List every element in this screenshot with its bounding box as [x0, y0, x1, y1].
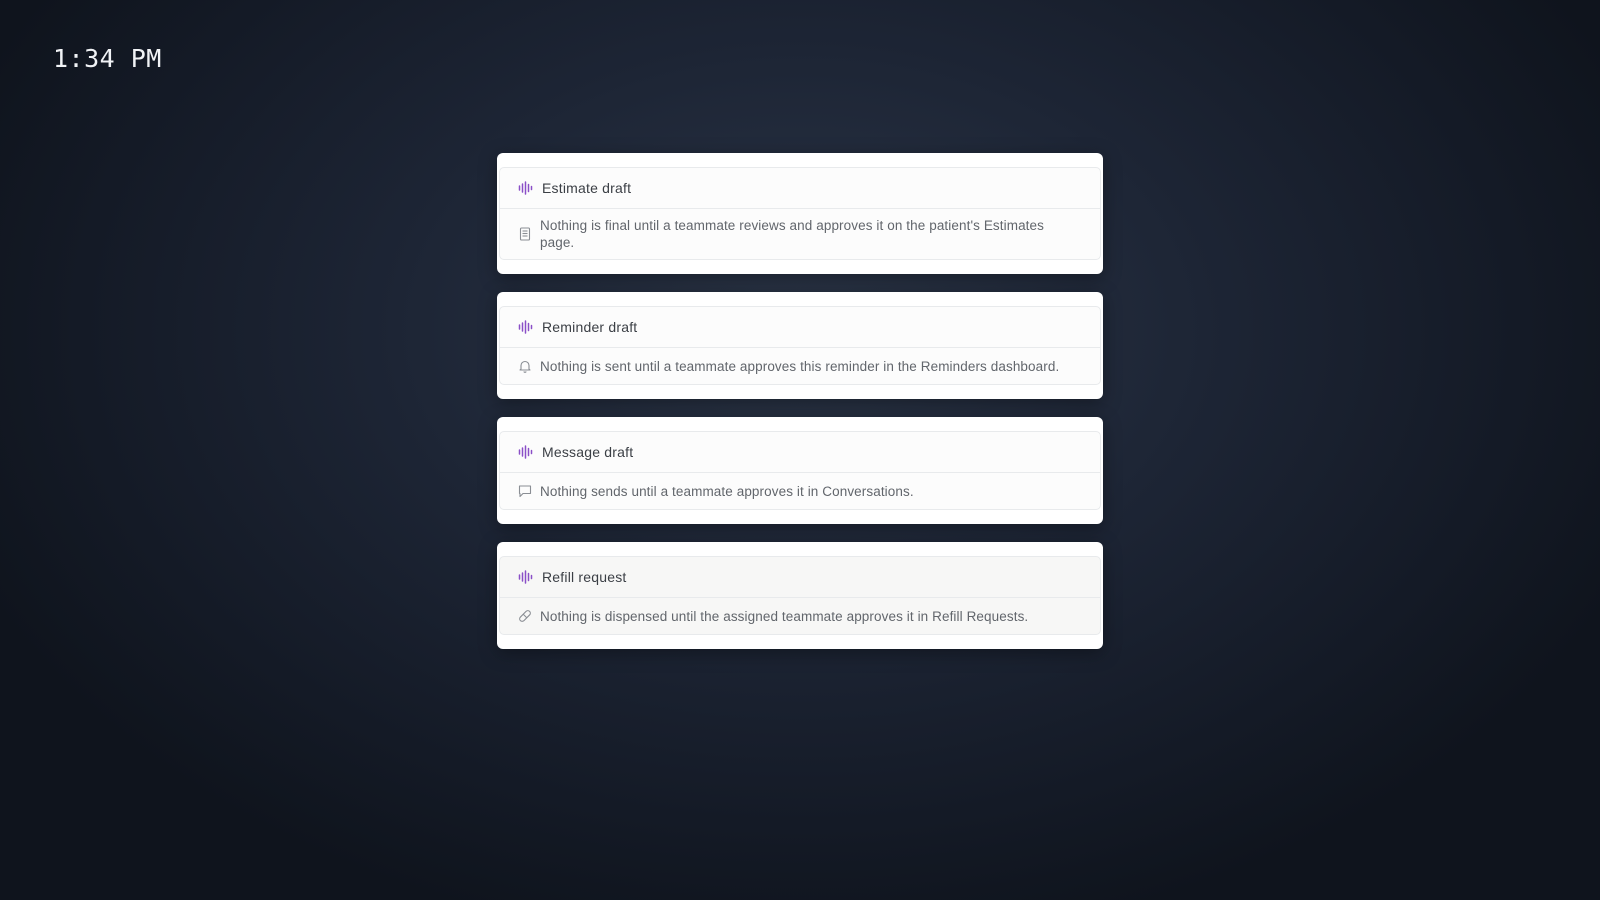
audio-wave-icon: [518, 445, 533, 459]
card-title: Message draft: [542, 444, 634, 460]
message-draft-card[interactable]: Message draft Nothing sends until a team…: [497, 417, 1103, 524]
card-note-row: Nothing is final until a teammate review…: [500, 209, 1100, 259]
card-header: Estimate draft: [500, 168, 1100, 209]
document-icon: [519, 227, 531, 241]
card-panel: Reminder draft Nothing is sent until a t…: [499, 306, 1101, 385]
card-note: Nothing is final until a teammate review…: [540, 218, 1044, 250]
card-panel: Estimate draft Nothing is final until a …: [499, 167, 1101, 260]
card-header: Message draft: [500, 432, 1100, 473]
card-note-row: Nothing sends until a teammate approves …: [500, 473, 1100, 509]
card-note: Nothing is dispensed until the assigned …: [540, 608, 1029, 624]
card-panel: Refill request Nothing is dispensed unti…: [499, 556, 1101, 635]
draft-card-stack: Estimate draft Nothing is final until a …: [497, 153, 1103, 649]
card-note-row: Nothing is dispensed until the assigned …: [500, 598, 1100, 634]
card-note: Nothing sends until a teammate approves …: [540, 483, 914, 499]
audio-wave-icon: [518, 320, 533, 334]
clock-time: 1:34 PM: [53, 44, 162, 73]
bell-icon: [519, 360, 531, 373]
card-title: Reminder draft: [542, 319, 638, 335]
reminder-draft-card[interactable]: Reminder draft Nothing is sent until a t…: [497, 292, 1103, 399]
audio-wave-icon: [518, 570, 533, 584]
audio-wave-icon: [518, 181, 533, 195]
card-title: Refill request: [542, 569, 627, 585]
estimate-draft-card[interactable]: Estimate draft Nothing is final until a …: [497, 153, 1103, 274]
refill-request-card[interactable]: Refill request Nothing is dispensed unti…: [497, 542, 1103, 649]
card-title: Estimate draft: [542, 180, 632, 196]
card-header: Reminder draft: [500, 307, 1100, 348]
card-panel: Message draft Nothing sends until a team…: [499, 431, 1101, 510]
card-header: Refill request: [500, 557, 1100, 598]
card-note: Nothing is sent until a teammate approve…: [540, 358, 1060, 374]
pill-icon: [519, 610, 531, 622]
card-note-row: Nothing is sent until a teammate approve…: [500, 348, 1100, 384]
chat-bubble-icon: [518, 485, 532, 498]
